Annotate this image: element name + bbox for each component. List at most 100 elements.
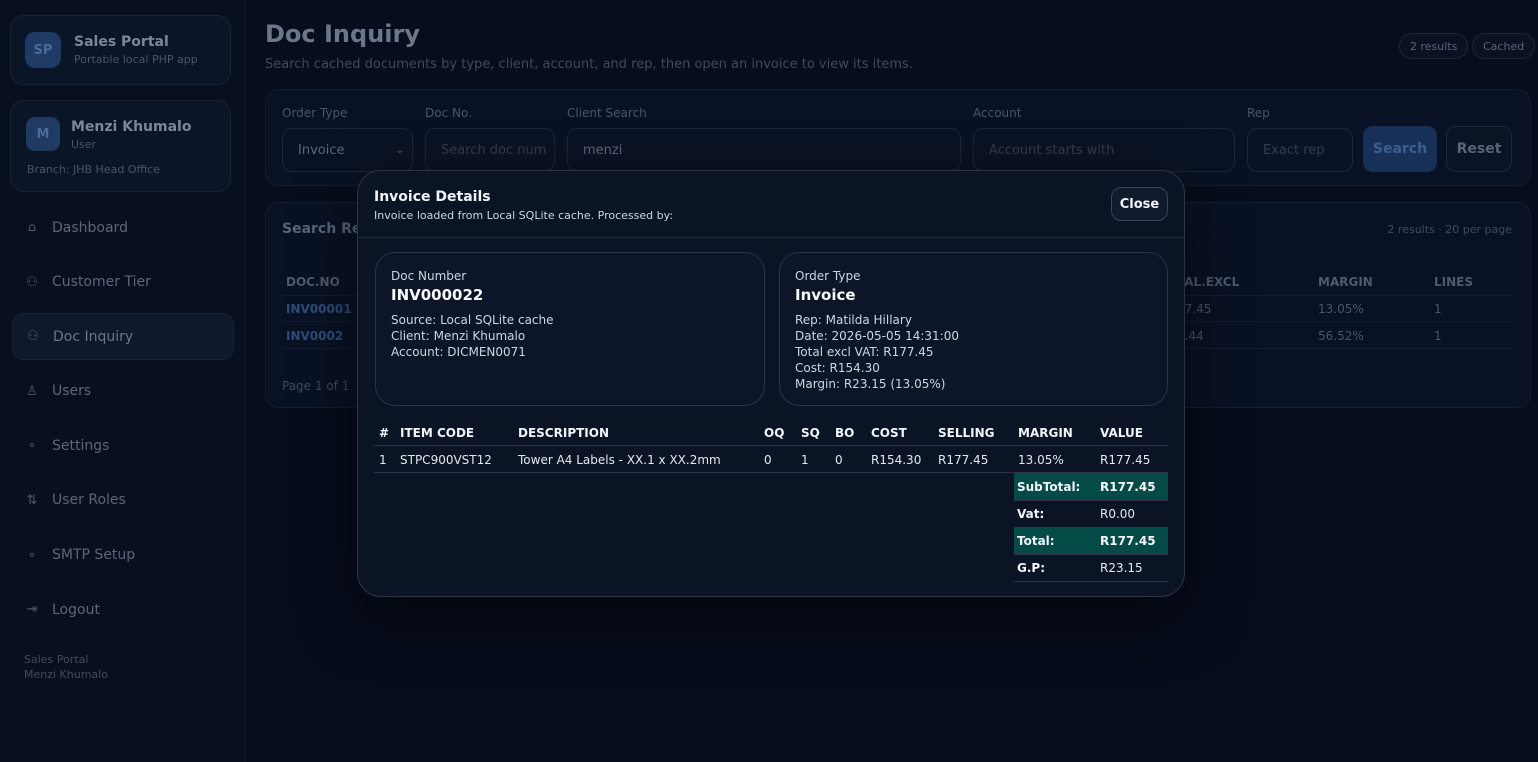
- order-type-value: Invoice: [795, 286, 856, 304]
- col-description: DESCRIPTION: [518, 426, 610, 440]
- cached-badge: Cached: [1472, 33, 1536, 59]
- sidebar-item-label: Settings: [52, 437, 110, 454]
- order-type-select[interactable]: Invoice ⌄: [282, 128, 413, 172]
- col-bo: BO: [835, 426, 855, 440]
- col-oq: OQ: [764, 426, 785, 440]
- doc-number-card: Doc Number INV000022 Source: Local SQLit…: [375, 252, 765, 406]
- sidebar-item-label: User Roles: [52, 492, 126, 509]
- col-index: #: [379, 426, 390, 440]
- modal-title: Invoice Details: [374, 189, 491, 205]
- sidebar-item-label: Customer Tier: [52, 274, 151, 291]
- page-subtitle: Search cached documents by type, client,…: [265, 57, 913, 72]
- brand-title: Sales Portal: [74, 34, 169, 50]
- cost-line: Cost: R154.30: [795, 361, 880, 375]
- client-search-label: Client Search: [567, 106, 647, 120]
- divider: [374, 445, 1168, 446]
- sidebar-item-label: Users: [52, 383, 92, 400]
- item-margin: 13.05%: [1018, 453, 1064, 467]
- sidebar-footer: Sales Portal Menzi Khumalo: [24, 652, 108, 682]
- col-item-code: ITEM CODE: [400, 426, 475, 440]
- users-icon: ⚇: [27, 329, 39, 345]
- col-doc-no: DOC.NO: [286, 275, 340, 289]
- row-margin: 13.05%: [1318, 302, 1364, 316]
- vat-value: R0.00: [1100, 506, 1136, 521]
- col-lines: LINES: [1434, 275, 1473, 289]
- account-line: Account: DICMEN0071: [391, 345, 526, 359]
- total-value: R177.45: [1100, 533, 1156, 548]
- roles-icon: ⇅: [26, 492, 38, 508]
- doc-no-label: Doc No.: [425, 106, 472, 120]
- subtotal-label: SubTotal:: [1017, 479, 1081, 494]
- doc-no-input[interactable]: Search doc num: [425, 128, 555, 172]
- rep-label: Rep: [1247, 106, 1270, 120]
- client-line: Client: Menzi Khumalo: [391, 329, 526, 343]
- close-button[interactable]: Close: [1111, 187, 1168, 221]
- item-index: 1: [379, 453, 387, 467]
- reset-button[interactable]: Reset: [1446, 126, 1512, 172]
- sidebar: SP Sales Portal Portable local PHP app M…: [0, 0, 246, 762]
- col-selling: SELLING: [938, 426, 995, 440]
- footer-app-name: Sales Portal: [24, 653, 89, 666]
- smtp-icon: ∘: [27, 547, 37, 563]
- sidebar-item-customer-tier[interactable]: ⚇ Customer Tier: [12, 259, 234, 306]
- user-name: Menzi Khumalo: [71, 119, 192, 135]
- sidebar-item-smtp-setup[interactable]: ∘ SMTP Setup: [12, 532, 234, 579]
- chevron-down-icon: ⌄: [395, 144, 404, 156]
- subtotal-row: SubTotal: R177.45: [1014, 473, 1168, 500]
- sidebar-item-users[interactable]: ♙ Users: [12, 368, 234, 415]
- account-input[interactable]: Account starts with: [973, 128, 1235, 172]
- sidebar-nav: ⌂ Dashboard ⚇ Customer Tier ⚇ Doc Inquir…: [12, 204, 234, 641]
- col-margin: MARGIN: [1318, 275, 1373, 289]
- order-type-label: Order Type: [282, 106, 348, 120]
- total-label: Total:: [1017, 533, 1055, 548]
- sidebar-item-logout[interactable]: ⇥ Logout: [12, 586, 234, 633]
- rep-input[interactable]: Exact rep: [1247, 128, 1353, 172]
- logout-icon: ⇥: [26, 602, 38, 618]
- user-branch: Branch: JHB Head Office: [27, 163, 160, 176]
- sidebar-item-label: Doc Inquiry: [53, 328, 134, 345]
- sidebar-item-label: SMTP Setup: [52, 547, 136, 564]
- total-excl-line: Total excl VAT: R177.45: [795, 345, 934, 359]
- doc-link[interactable]: INV0002: [286, 329, 343, 343]
- results-count-badge: 2 results: [1399, 33, 1469, 59]
- sidebar-item-user-roles[interactable]: ⇅ User Roles: [12, 477, 234, 524]
- col-margin: MARGIN: [1018, 426, 1073, 440]
- item-cost: R154.30: [871, 453, 922, 467]
- footer-user-name: Menzi Khumalo: [24, 668, 108, 681]
- pagination-label: Page 1 of 1: [282, 379, 350, 393]
- vat-row: Vat: R0.00: [1014, 500, 1168, 527]
- sidebar-item-label: Dashboard: [52, 219, 128, 236]
- user-role: User: [71, 138, 97, 151]
- users-icon: ⚇: [26, 274, 38, 290]
- item-description: Tower A4 Labels - XX.1 x XX.2mm: [518, 453, 721, 467]
- item-code: STPC900VST12: [400, 453, 492, 467]
- account-label: Account: [973, 106, 1022, 120]
- col-value: VALUE: [1100, 426, 1143, 440]
- order-type-value: Invoice: [298, 142, 345, 158]
- settings-icon: ∘: [27, 438, 37, 454]
- client-search-input[interactable]: menzi: [567, 128, 961, 172]
- modal-subtitle: Invoice loaded from Local SQLite cache. …: [374, 209, 674, 222]
- brand-logo: SP: [25, 32, 61, 68]
- col-cost: COST: [871, 426, 907, 440]
- sidebar-item-label: Logout: [52, 601, 100, 618]
- brand-card: SP Sales Portal Portable local PHP app: [10, 15, 231, 85]
- doc-link[interactable]: INV00001: [286, 302, 352, 316]
- doc-number-label: Doc Number: [391, 269, 467, 283]
- sidebar-item-dashboard[interactable]: ⌂ Dashboard: [12, 204, 234, 251]
- order-type-card: Order Type Invoice Rep: Matilda Hillary …: [779, 252, 1168, 406]
- row-margin: 56.52%: [1318, 329, 1364, 343]
- sidebar-item-settings[interactable]: ∘ Settings: [12, 422, 234, 469]
- item-oq: 0: [764, 453, 772, 467]
- gp-label: G.P:: [1017, 560, 1046, 575]
- row-lines: 1: [1434, 329, 1442, 343]
- rep-line: Rep: Matilda Hillary: [795, 313, 912, 327]
- search-button[interactable]: Search: [1363, 126, 1437, 172]
- total-row: Total: R177.45: [1014, 527, 1168, 554]
- subtotal-value: R177.45: [1100, 479, 1156, 494]
- sidebar-item-doc-inquiry[interactable]: ⚇ Doc Inquiry: [12, 313, 234, 361]
- date-line: Date: 2026-05-05 14:31:00: [795, 329, 959, 343]
- row-lines: 1: [1434, 302, 1442, 316]
- margin-line: Margin: R23.15 (13.05%): [795, 377, 946, 391]
- invoice-details-modal: Invoice Details Invoice loaded from Loca…: [357, 170, 1185, 597]
